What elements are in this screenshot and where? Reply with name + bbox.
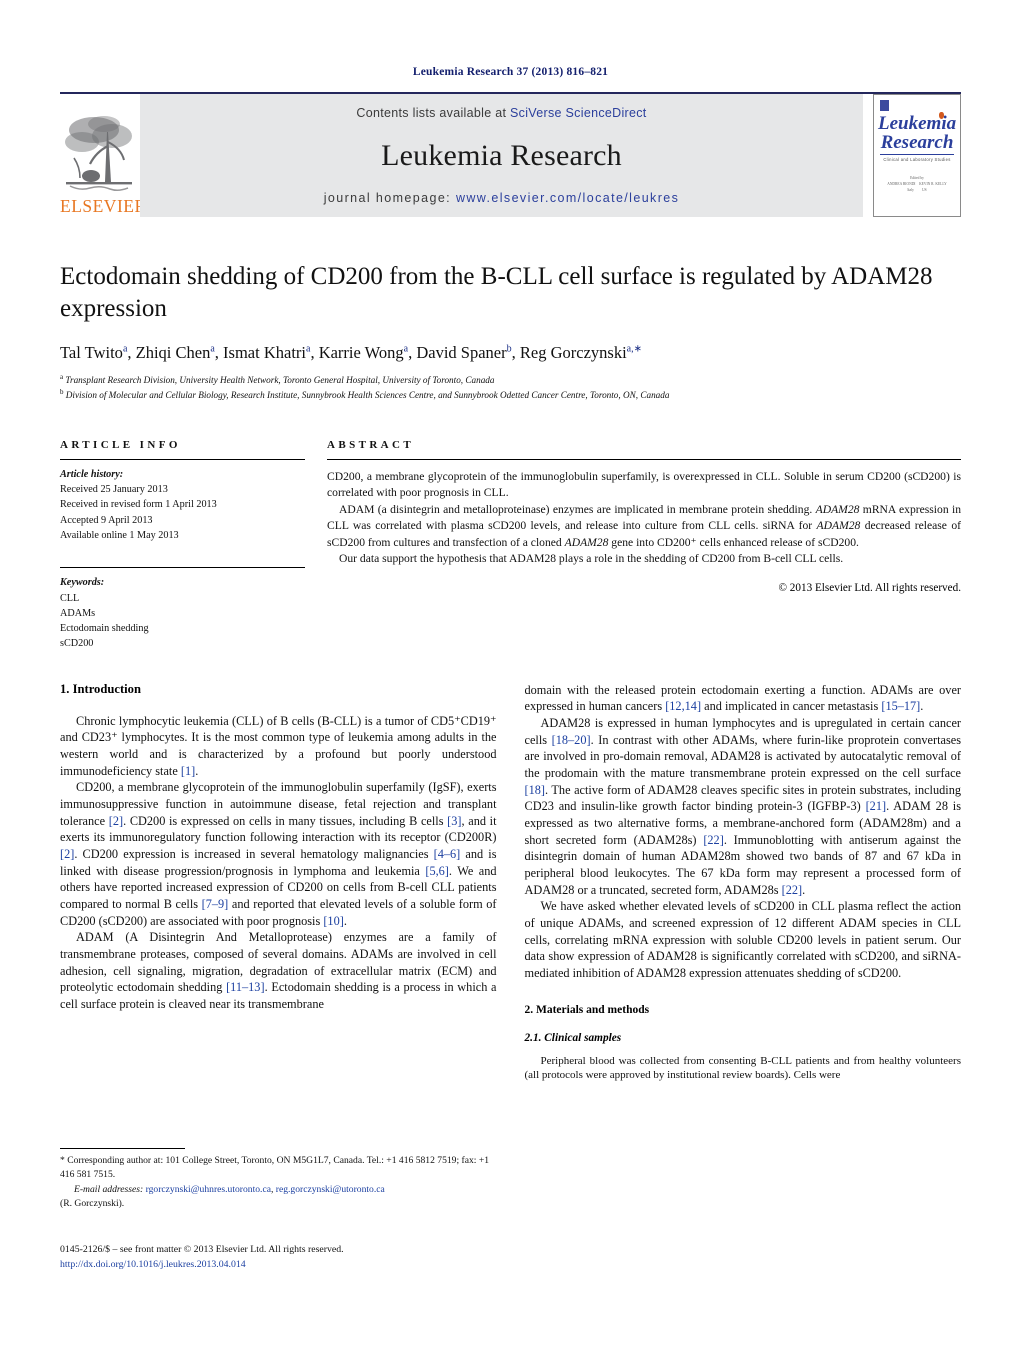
journal-masthead: ELSEVIER Contents lists available at Sci… xyxy=(60,92,961,217)
article-info-heading: ARTICLE INFO xyxy=(60,438,181,451)
sciencedirect-link[interactable]: SciVerse ScienceDirect xyxy=(510,106,647,120)
cover-imprint-line2: ANDREA BIONDI KEVIN R. KELLY xyxy=(887,181,947,186)
cover-divider xyxy=(880,154,954,155)
homepage-url-link[interactable]: www.elsevier.com/locate/leukres xyxy=(456,191,679,205)
body-columns: 1. Introduction Chronic lymphocytic leuk… xyxy=(60,682,961,1084)
abstract-paragraph-2: Our data support the hypothesis that ADA… xyxy=(339,552,844,566)
right-paragraph-0: domain with the released protein ectodom… xyxy=(524,682,962,714)
corresponding-author-footnote: * Corresponding author at: 101 College S… xyxy=(60,1148,501,1212)
abstract-rule xyxy=(327,458,961,460)
body-column-right: domain with the released protein ectodom… xyxy=(525,682,962,1084)
elsevier-tree-icon xyxy=(65,115,132,191)
journal-cover-thumbnail: Leukemia Research Clinical and Laborator… xyxy=(873,94,961,217)
cover-subtitle: Clinical and Laboratory Studies xyxy=(883,157,951,162)
info-abstract-region: ARTICLE INFO Article history: Received 2… xyxy=(60,439,961,652)
abstract-paragraph-0: CD200, a membrane glycoprotein of the im… xyxy=(327,469,961,500)
footnote-email-line: E-mail addresses: rgorczynski@uhnres.uto… xyxy=(74,1183,385,1195)
keyword-1: ADAMs xyxy=(60,607,96,619)
section-heading-materials-methods: 2. Materials and methods xyxy=(524,1003,650,1016)
article-info-rule xyxy=(60,458,305,460)
title-block: Ectodomain shedding of CD200 from the B-… xyxy=(60,261,961,403)
methods-paragraph-0: Peripheral blood was collected from cons… xyxy=(524,1054,962,1082)
footnote-email-label: E-mail addresses: xyxy=(74,1183,144,1195)
doi-link[interactable]: http://dx.doi.org/10.1016/j.leukres.2013… xyxy=(60,1257,580,1272)
affiliation-b: b Division of Molecular and Cellular Bio… xyxy=(60,388,670,401)
paper-page: Leukemia Research 37 (2013) 816–821 ELSE… xyxy=(0,0,1021,1351)
contents-lists-line: Contents lists available at SciVerse Sci… xyxy=(356,106,646,120)
cover-imprint-line3: Italy US xyxy=(907,187,927,192)
journal-title: Leukemia Research xyxy=(381,138,622,172)
affiliations: a Transplant Research Division, Universi… xyxy=(60,372,961,403)
cover-title-line2: Research xyxy=(880,132,954,153)
cover-orange-accent-icon xyxy=(939,112,944,119)
running-head: Leukemia Research 37 (2013) 816–821 xyxy=(412,66,609,78)
history-item-2: Accepted 9 April 2013 xyxy=(60,514,153,526)
affiliation-a: a Transplant Research Division, Universi… xyxy=(60,373,495,386)
page-title: Ectodomain shedding of CD200 from the B-… xyxy=(60,263,933,322)
issn-front-matter: 0145-2126/$ – see front matter © 2013 El… xyxy=(60,1244,344,1255)
right-paragraph-2: We have asked whether elevated levels of… xyxy=(524,899,962,980)
body-column-left: 1. Introduction Chronic lymphocytic leuk… xyxy=(60,682,497,1084)
contents-prefix: Contents lists available at xyxy=(356,106,511,120)
author-list: Tal Twitoa, Zhiqi Chena, Ismat Khatria, … xyxy=(60,343,642,362)
keyword-2: Ectodomain shedding xyxy=(60,623,149,635)
affiliation-b-text: Division of Molecular and Cellular Biolo… xyxy=(65,390,670,401)
cover-imprint-block: Edited by ANDREA BIONDI KEVIN R. KELLY I… xyxy=(878,176,956,193)
masthead-center: Contents lists available at SciVerse Sci… xyxy=(140,94,863,217)
cover-logo-square-icon xyxy=(880,100,889,111)
article-history-block: Article history: Received 25 January 201… xyxy=(60,467,305,543)
keywords-label: Keywords: xyxy=(60,577,105,589)
history-item-0: Received 25 January 2013 xyxy=(60,484,168,496)
history-item-1: Received in revised form 1 April 2013 xyxy=(60,499,217,511)
footnote-email-2[interactable]: reg.gorczynski@utoronto.ca xyxy=(276,1184,385,1195)
keywords-rule xyxy=(60,567,305,569)
right-paragraph-1: ADAM28 is expressed in human lymphocytes… xyxy=(524,716,962,897)
affiliation-a-text: Transplant Research Division, University… xyxy=(65,375,495,386)
abstract-body: CD200, a membrane glycoprotein of the im… xyxy=(327,469,961,568)
elsevier-wordmark: ELSEVIER xyxy=(60,197,140,215)
footnote-rule xyxy=(60,1148,185,1149)
intro-paragraph-2: ADAM (A Disintegrin And Metalloprotease)… xyxy=(60,930,497,1011)
abstract-column: ABSTRACT CD200, a membrane glycoprotein … xyxy=(327,439,961,652)
keyword-0: CLL xyxy=(60,592,80,604)
cover-title-line1: Leukemia xyxy=(878,113,957,134)
abstract-heading: ABSTRACT xyxy=(327,438,415,451)
abstract-paragraph-1: ADAM (a disintegrin and metalloproteinas… xyxy=(327,502,961,549)
footnote-email-1[interactable]: rgorczynski@uhnres.utoronto.ca xyxy=(146,1184,271,1195)
history-item-3: Available online 1 May 2013 xyxy=(60,530,179,541)
subsection-heading-clinical-samples: 2.1. Clinical samples xyxy=(524,1031,622,1044)
article-info-column: ARTICLE INFO Article history: Received 2… xyxy=(60,439,305,652)
journal-homepage-line: journal homepage: www.elsevier.com/locat… xyxy=(324,191,680,205)
homepage-prefix: journal homepage: xyxy=(323,191,456,205)
article-history-label: Article history: xyxy=(60,468,124,480)
keywords-block: Keywords: CLL ADAMs Ectodomain shedding … xyxy=(60,567,305,651)
issn-block: 0145-2126/$ – see front matter © 2013 El… xyxy=(60,1242,580,1272)
intro-paragraph-0: Chronic lymphocytic leukemia (CLL) of B … xyxy=(60,713,497,778)
footnote-email-owner: (R. Gorczynski). xyxy=(60,1198,125,1210)
elsevier-logo: ELSEVIER xyxy=(60,94,140,217)
keyword-3: sCD200 xyxy=(60,638,94,650)
section-heading-introduction: 1. Introduction xyxy=(60,681,141,696)
intro-paragraph-1: CD200, a membrane glycoprotein of the im… xyxy=(60,780,497,928)
footnote-corresponding-text: * Corresponding author at: 101 College S… xyxy=(60,1155,490,1181)
abstract-copyright: © 2013 Elsevier Ltd. All rights reserved… xyxy=(778,581,962,594)
